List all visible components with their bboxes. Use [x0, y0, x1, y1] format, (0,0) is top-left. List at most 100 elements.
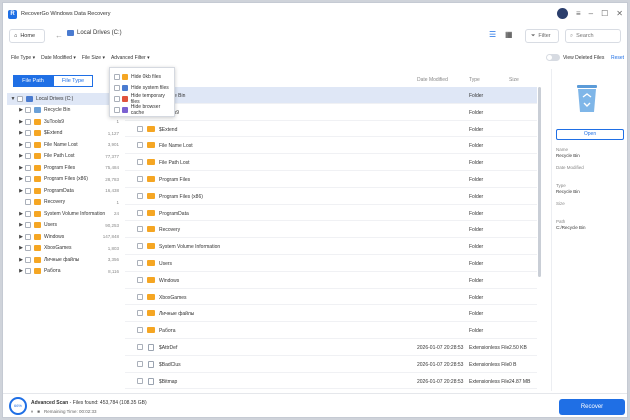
row-checkbox[interactable]	[137, 209, 143, 216]
expand-caret-icon[interactable]: ▶	[17, 234, 25, 240]
list-view-icon[interactable]: ☰	[489, 30, 499, 40]
expand-caret-icon[interactable]: ▼	[9, 96, 17, 102]
expand-caret-icon[interactable]: ▶	[17, 176, 25, 182]
menu-item[interactable]: Hide 0kb files	[110, 71, 174, 82]
tree-checkbox[interactable]	[25, 268, 31, 275]
expand-caret-icon[interactable]: ▶	[17, 107, 25, 113]
row-checkbox[interactable]	[137, 360, 143, 367]
expand-caret-icon[interactable]: ▶	[17, 119, 25, 125]
tree-checkbox[interactable]	[25, 153, 31, 160]
table-row[interactable]: 3uTools9Folder	[125, 104, 537, 121]
table-row[interactable]: $Extend Folder	[125, 121, 537, 138]
col-type[interactable]: Type	[469, 77, 480, 83]
table-row[interactable]: ProgramData Folder	[125, 205, 537, 222]
tree-item[interactable]: ▶ Личные файлы 3,356	[7, 254, 123, 266]
recover-button[interactable]: Recover	[559, 399, 625, 415]
tree-item[interactable]: Recovery 1	[7, 197, 123, 209]
tab-file-type[interactable]: File Type	[53, 75, 93, 87]
table-row[interactable]: $BadClus 2026-01-07 20:28:53 Extensionless…	[125, 356, 537, 373]
tree-item[interactable]: ▶ 3uTools9 1	[7, 116, 123, 128]
col-size[interactable]: Size	[509, 77, 519, 83]
tree-checkbox[interactable]	[25, 176, 31, 183]
tree-checkbox[interactable]	[25, 245, 31, 252]
advanced-filter[interactable]: Advanced Filter	[111, 55, 150, 61]
table-row[interactable]: Users Folder	[125, 255, 537, 272]
row-checkbox[interactable]	[137, 327, 143, 334]
tree-checkbox[interactable]	[25, 164, 31, 171]
col-date-modified[interactable]: Date Modified	[417, 77, 448, 83]
row-checkbox[interactable]	[137, 192, 143, 199]
file-size-filter[interactable]: File Size	[82, 55, 105, 61]
tree-checkbox[interactable]	[25, 199, 31, 206]
tree-item[interactable]: ▶ XboxGames 1,803	[7, 243, 123, 255]
tree-checkbox[interactable]	[25, 222, 31, 229]
expand-caret-icon[interactable]: ▶	[17, 211, 25, 217]
reset-link[interactable]: Reset	[611, 55, 624, 61]
open-button[interactable]: Open	[556, 129, 624, 140]
date-modified-filter[interactable]: Date Modified	[41, 55, 76, 61]
tree-item[interactable]: ▶ ProgramData 16,438	[7, 185, 123, 197]
expand-caret-icon[interactable]: ▶	[17, 222, 25, 228]
table-row[interactable]: Recycle BinFolder	[125, 87, 537, 104]
tree-checkbox[interactable]	[25, 118, 31, 125]
expand-caret-icon[interactable]: ▶	[17, 142, 25, 148]
minimize-icon[interactable]: –	[589, 9, 593, 18]
filter-button[interactable]: ⏷ Filter	[525, 29, 559, 43]
expand-caret-icon[interactable]: ▶	[17, 257, 25, 263]
row-checkbox[interactable]	[137, 310, 143, 317]
tree-checkbox[interactable]	[25, 210, 31, 217]
table-row[interactable]: Program Files Folder	[125, 171, 537, 188]
tree-item[interactable]: ▶ Program Files (x86) 28,783	[7, 174, 123, 186]
row-checkbox[interactable]	[137, 377, 143, 384]
avatar[interactable]	[557, 8, 568, 19]
tree-item[interactable]: ▶ Работа 8,116	[7, 266, 123, 278]
row-checkbox[interactable]	[137, 243, 143, 250]
row-checkbox[interactable]	[137, 159, 143, 166]
row-checkbox[interactable]	[137, 142, 143, 149]
table-row[interactable]: $AttrDef 2026-01-07 20:28:53 Extensionless…	[125, 339, 537, 356]
row-checkbox[interactable]	[137, 259, 143, 266]
table-row[interactable]: Windows Folder	[125, 272, 537, 289]
tree-item[interactable]: ▼Local Drives (C:)453,	[7, 93, 123, 105]
tree-checkbox[interactable]	[25, 107, 31, 114]
row-checkbox[interactable]	[137, 175, 143, 182]
maximize-icon[interactable]: ☐	[601, 9, 608, 18]
menu-checkbox[interactable]	[114, 73, 120, 80]
back-arrow-icon[interactable]: ←	[55, 31, 63, 40]
menu-item[interactable]: Hide temporary files	[110, 93, 174, 105]
tree-checkbox[interactable]	[25, 130, 31, 137]
tree-checkbox[interactable]	[17, 95, 23, 102]
tree-checkbox[interactable]	[25, 256, 31, 263]
scrollbar[interactable]	[538, 87, 541, 277]
row-checkbox[interactable]	[137, 293, 143, 300]
tree-item[interactable]: ▶ $Extend 1,127	[7, 128, 123, 140]
tree-item[interactable]: ▶ File Path Lost 77,377	[7, 151, 123, 163]
tab-file-path[interactable]: File Path	[13, 75, 53, 87]
home-button[interactable]: ⌂ Home	[9, 29, 45, 43]
row-checkbox[interactable]	[137, 125, 143, 132]
row-checkbox[interactable]	[137, 226, 143, 233]
table-row[interactable]: File Name Lost Folder	[125, 137, 537, 155]
table-row[interactable]: Program Files (x86) Folder	[125, 188, 537, 205]
tree-item[interactable]: ▶ Users 90,253	[7, 220, 123, 232]
close-icon[interactable]: ✕	[616, 9, 623, 18]
tree-checkbox[interactable]	[25, 141, 31, 148]
expand-caret-icon[interactable]: ▶	[17, 165, 25, 171]
expand-caret-icon[interactable]: ▶	[17, 268, 25, 274]
expand-caret-icon[interactable]: ▶	[17, 153, 25, 159]
tree-item[interactable]: ▶ File Name Lost 3,901	[7, 139, 123, 151]
table-row[interactable]: File Path Lost Folder	[125, 154, 537, 171]
table-row[interactable]: XboxGames Folder	[125, 289, 537, 306]
tree-item[interactable]: ▶ Recycle Bin	[7, 105, 123, 117]
expand-caret-icon[interactable]: ▶	[17, 245, 25, 251]
table-row[interactable]: Личные файлы Folder	[125, 305, 537, 323]
table-row[interactable]: $Bitmap 2026-01-07 20:28:53 Extensionless …	[125, 373, 537, 390]
menu-icon[interactable]: ≡	[576, 9, 581, 18]
table-row[interactable]: Работа Folder	[125, 322, 537, 339]
tree-checkbox[interactable]	[25, 233, 31, 240]
file-type-filter[interactable]: File Type	[11, 55, 35, 61]
table-row[interactable]: Recovery Folder	[125, 221, 537, 239]
menu-checkbox[interactable]	[114, 95, 120, 102]
menu-checkbox[interactable]	[114, 106, 120, 113]
search-input[interactable]	[576, 33, 615, 39]
